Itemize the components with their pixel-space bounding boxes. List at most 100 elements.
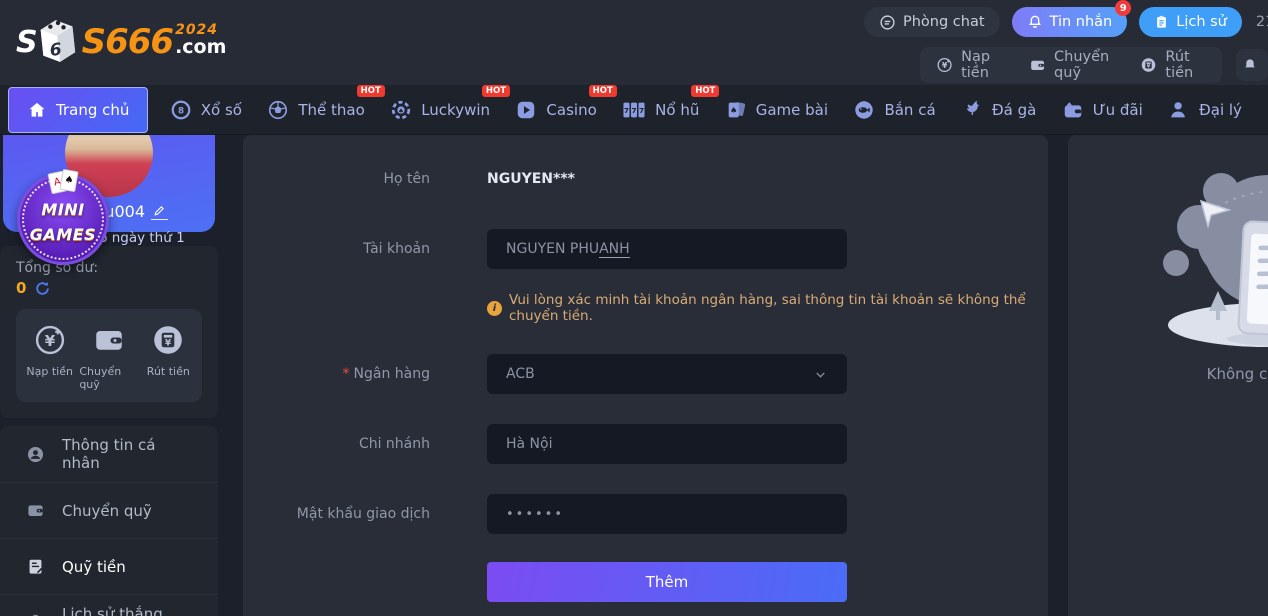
svg-text:♠: ♠: [398, 106, 404, 114]
sidebar-withdraw-button[interactable]: ¥ Rút tiền: [139, 322, 198, 391]
account-input[interactable]: NGUYEN PHU ANH: [487, 229, 847, 269]
nav-item-agent[interactable]: ★ Đại lý: [1164, 87, 1246, 133]
menu-label: Lịch sử thắng thua: [62, 605, 192, 616]
withdraw-button[interactable]: ¥ Rút tiền: [1140, 49, 1205, 81]
transaction-password-input[interactable]: ••••••: [487, 494, 847, 534]
header: S 6 S666 2024 .com Phòng chat: [0, 0, 1268, 85]
nav-label: Xổ số: [201, 101, 242, 119]
required-mark: *: [343, 366, 350, 382]
account-label: Tài khoản: [243, 241, 430, 257]
info-icon: i: [487, 301, 502, 316]
svg-text:8: 8: [178, 106, 184, 116]
soccer-ball-icon: [267, 99, 289, 121]
messages-badge: 9: [1115, 0, 1131, 16]
wallet-icon: [1029, 53, 1046, 77]
clipped-edge-button[interactable]: [1236, 49, 1268, 81]
nav-item-cockfight[interactable]: Đá gà: [957, 87, 1040, 133]
menu-item-funds[interactable]: Quỹ tiền: [0, 538, 218, 594]
menu-label: Chuyển quỹ: [62, 502, 152, 520]
balance-actions: ¥ Nạp tiền Chuyển quỹ ¥ Rút tiền: [16, 309, 202, 402]
bank-warning: i Vui lòng xác minh tài khoản ngân hàng,…: [487, 292, 1048, 324]
chat-room-button[interactable]: Phòng chat: [864, 7, 1000, 37]
bank-label: *Ngân hàng: [243, 366, 430, 382]
history-panel: Không có lịch sử: [1068, 135, 1268, 616]
form-row-bank: *Ngân hàng ACB: [243, 354, 1048, 394]
header-buttons-row: Phòng chat Tin nhắn 9 Lịch sử 21/05/2024: [864, 7, 1268, 37]
history-label: Lịch sử: [1176, 14, 1227, 30]
branch-input[interactable]: Hà Nội: [487, 424, 847, 464]
empty-history-text: Không có lịch sử: [1207, 365, 1268, 383]
bank-form-panel: Họ tên NGUYEN*** Tài khoản NGUYEN PHU AN…: [243, 135, 1048, 616]
transfer-button[interactable]: Chuyển quỹ: [1029, 49, 1117, 81]
balance-label: Tổng số dư:: [16, 260, 202, 276]
nav-item-sports[interactable]: Thể thao HOT: [263, 87, 368, 133]
balance-value: 0: [16, 279, 26, 297]
nav-item-promotions[interactable]: Ưu đãi: [1058, 87, 1147, 133]
hot-badge: HOT: [357, 85, 385, 98]
nav-item-lottery[interactable]: 8 Xổ số: [166, 87, 246, 133]
deposit-label: Nạp tiền: [961, 49, 1005, 81]
sidebar-transfer-button[interactable]: Chuyển quỹ: [79, 322, 138, 391]
svg-text:¥: ¥: [165, 338, 172, 348]
refresh-balance-button[interactable]: [34, 280, 51, 297]
submit-add-button[interactable]: Thêm: [487, 562, 847, 602]
nav-label: Trang chủ: [56, 101, 129, 119]
edit-username-button[interactable]: [151, 204, 168, 220]
pencil-icon: [153, 204, 166, 217]
mini-games-badge[interactable]: A♠ MINI GAMES: [17, 173, 109, 265]
balance-section: Tổng số dư: 0 ¥ Nạp tiền Chuyển quỹ ¥: [0, 246, 218, 418]
menu-item-personal-info[interactable]: Thông tin cá nhân: [0, 426, 218, 482]
nav-item-luckywin[interactable]: ♠ Luckywin HOT: [386, 87, 494, 133]
site-logo[interactable]: S 6 S666 2024 .com: [16, 6, 226, 78]
nav-item-slots[interactable]: 777 Nổ hũ HOT: [618, 87, 703, 133]
svg-text:★: ★: [1183, 110, 1190, 119]
rooster-icon: [961, 99, 983, 121]
quick-actions-bar: ¥ Nạp tiền Chuyển quỹ ¥ Rút tiền: [920, 47, 1222, 83]
password-label: Mật khẩu giao dịch: [243, 506, 430, 522]
menu-label: Thông tin cá nhân: [62, 436, 192, 472]
mini-games-line2: GAMES: [30, 227, 96, 244]
sidebar-deposit-button[interactable]: ¥ Nạp tiền: [20, 322, 79, 391]
sidebar: Phieudu004 Đăng nhập ngày thứ 1 A♠ MINI …: [0, 135, 218, 616]
nav-item-cards[interactable]: ♠ Game bài: [721, 87, 832, 133]
nav-label: Luckywin: [421, 101, 490, 119]
sidebar-withdraw-label: Rút tiền: [147, 365, 190, 378]
add-bank-form: Họ tên NGUYEN*** Tài khoản NGUYEN PHU AN…: [243, 135, 1048, 602]
form-row-branch: Chi nhánh Hà Nội: [243, 424, 1048, 464]
account-value-tail: ANH: [599, 241, 630, 258]
form-row-name: Họ tên NGUYEN***: [243, 171, 1048, 187]
coin-icon: ¥: [32, 322, 68, 358]
main-nav: Trang chủ 8 Xổ số Thể thao HOT ♠ Luckywi…: [0, 85, 1268, 135]
empty-state-illustration: [1113, 149, 1268, 361]
hot-badge: HOT: [691, 85, 719, 98]
home-icon: [27, 100, 47, 120]
clipboard-pen-icon: [26, 557, 45, 576]
menu-item-win-loss-history[interactable]: Lịch sử thắng thua: [0, 594, 218, 616]
refresh-icon: [34, 280, 51, 297]
branch-value: Hà Nội: [506, 436, 552, 452]
coin-icon: ¥: [936, 53, 953, 77]
messages-button[interactable]: Tin nhắn 9: [1012, 7, 1128, 37]
wallet-icon: [91, 322, 127, 358]
atm-icon: ¥: [150, 322, 186, 358]
nav-item-home[interactable]: Trang chủ: [8, 87, 148, 133]
hot-badge: HOT: [589, 85, 617, 98]
menu-item-transfer[interactable]: Chuyển quỹ: [0, 482, 218, 538]
chevron-down-icon: [813, 367, 828, 382]
warning-text: Vui lòng xác minh tài khoản ngân hàng, s…: [509, 292, 1048, 324]
messages-label: Tin nhắn: [1050, 14, 1113, 30]
svg-text:7: 7: [624, 106, 629, 115]
nav-label: Ưu đãi: [1093, 101, 1143, 119]
nav-item-casino[interactable]: Casino HOT: [511, 87, 600, 133]
lottery-ball-icon: 8: [170, 99, 192, 121]
hot-badge: HOT: [482, 85, 510, 98]
poker-chip-icon: ♠: [390, 99, 412, 121]
history-button[interactable]: Lịch sử: [1139, 7, 1242, 37]
app-root: S 6 S666 2024 .com Phòng chat: [0, 0, 1268, 616]
deposit-button[interactable]: ¥ Nạp tiền: [936, 49, 1005, 81]
slot-777-icon: 777: [622, 99, 646, 121]
nav-item-fishing[interactable]: Bắn cá: [849, 87, 939, 133]
svg-text:¥: ¥: [942, 61, 948, 70]
nav-label: Bắn cá: [884, 101, 935, 119]
bank-select[interactable]: ACB: [487, 354, 847, 394]
